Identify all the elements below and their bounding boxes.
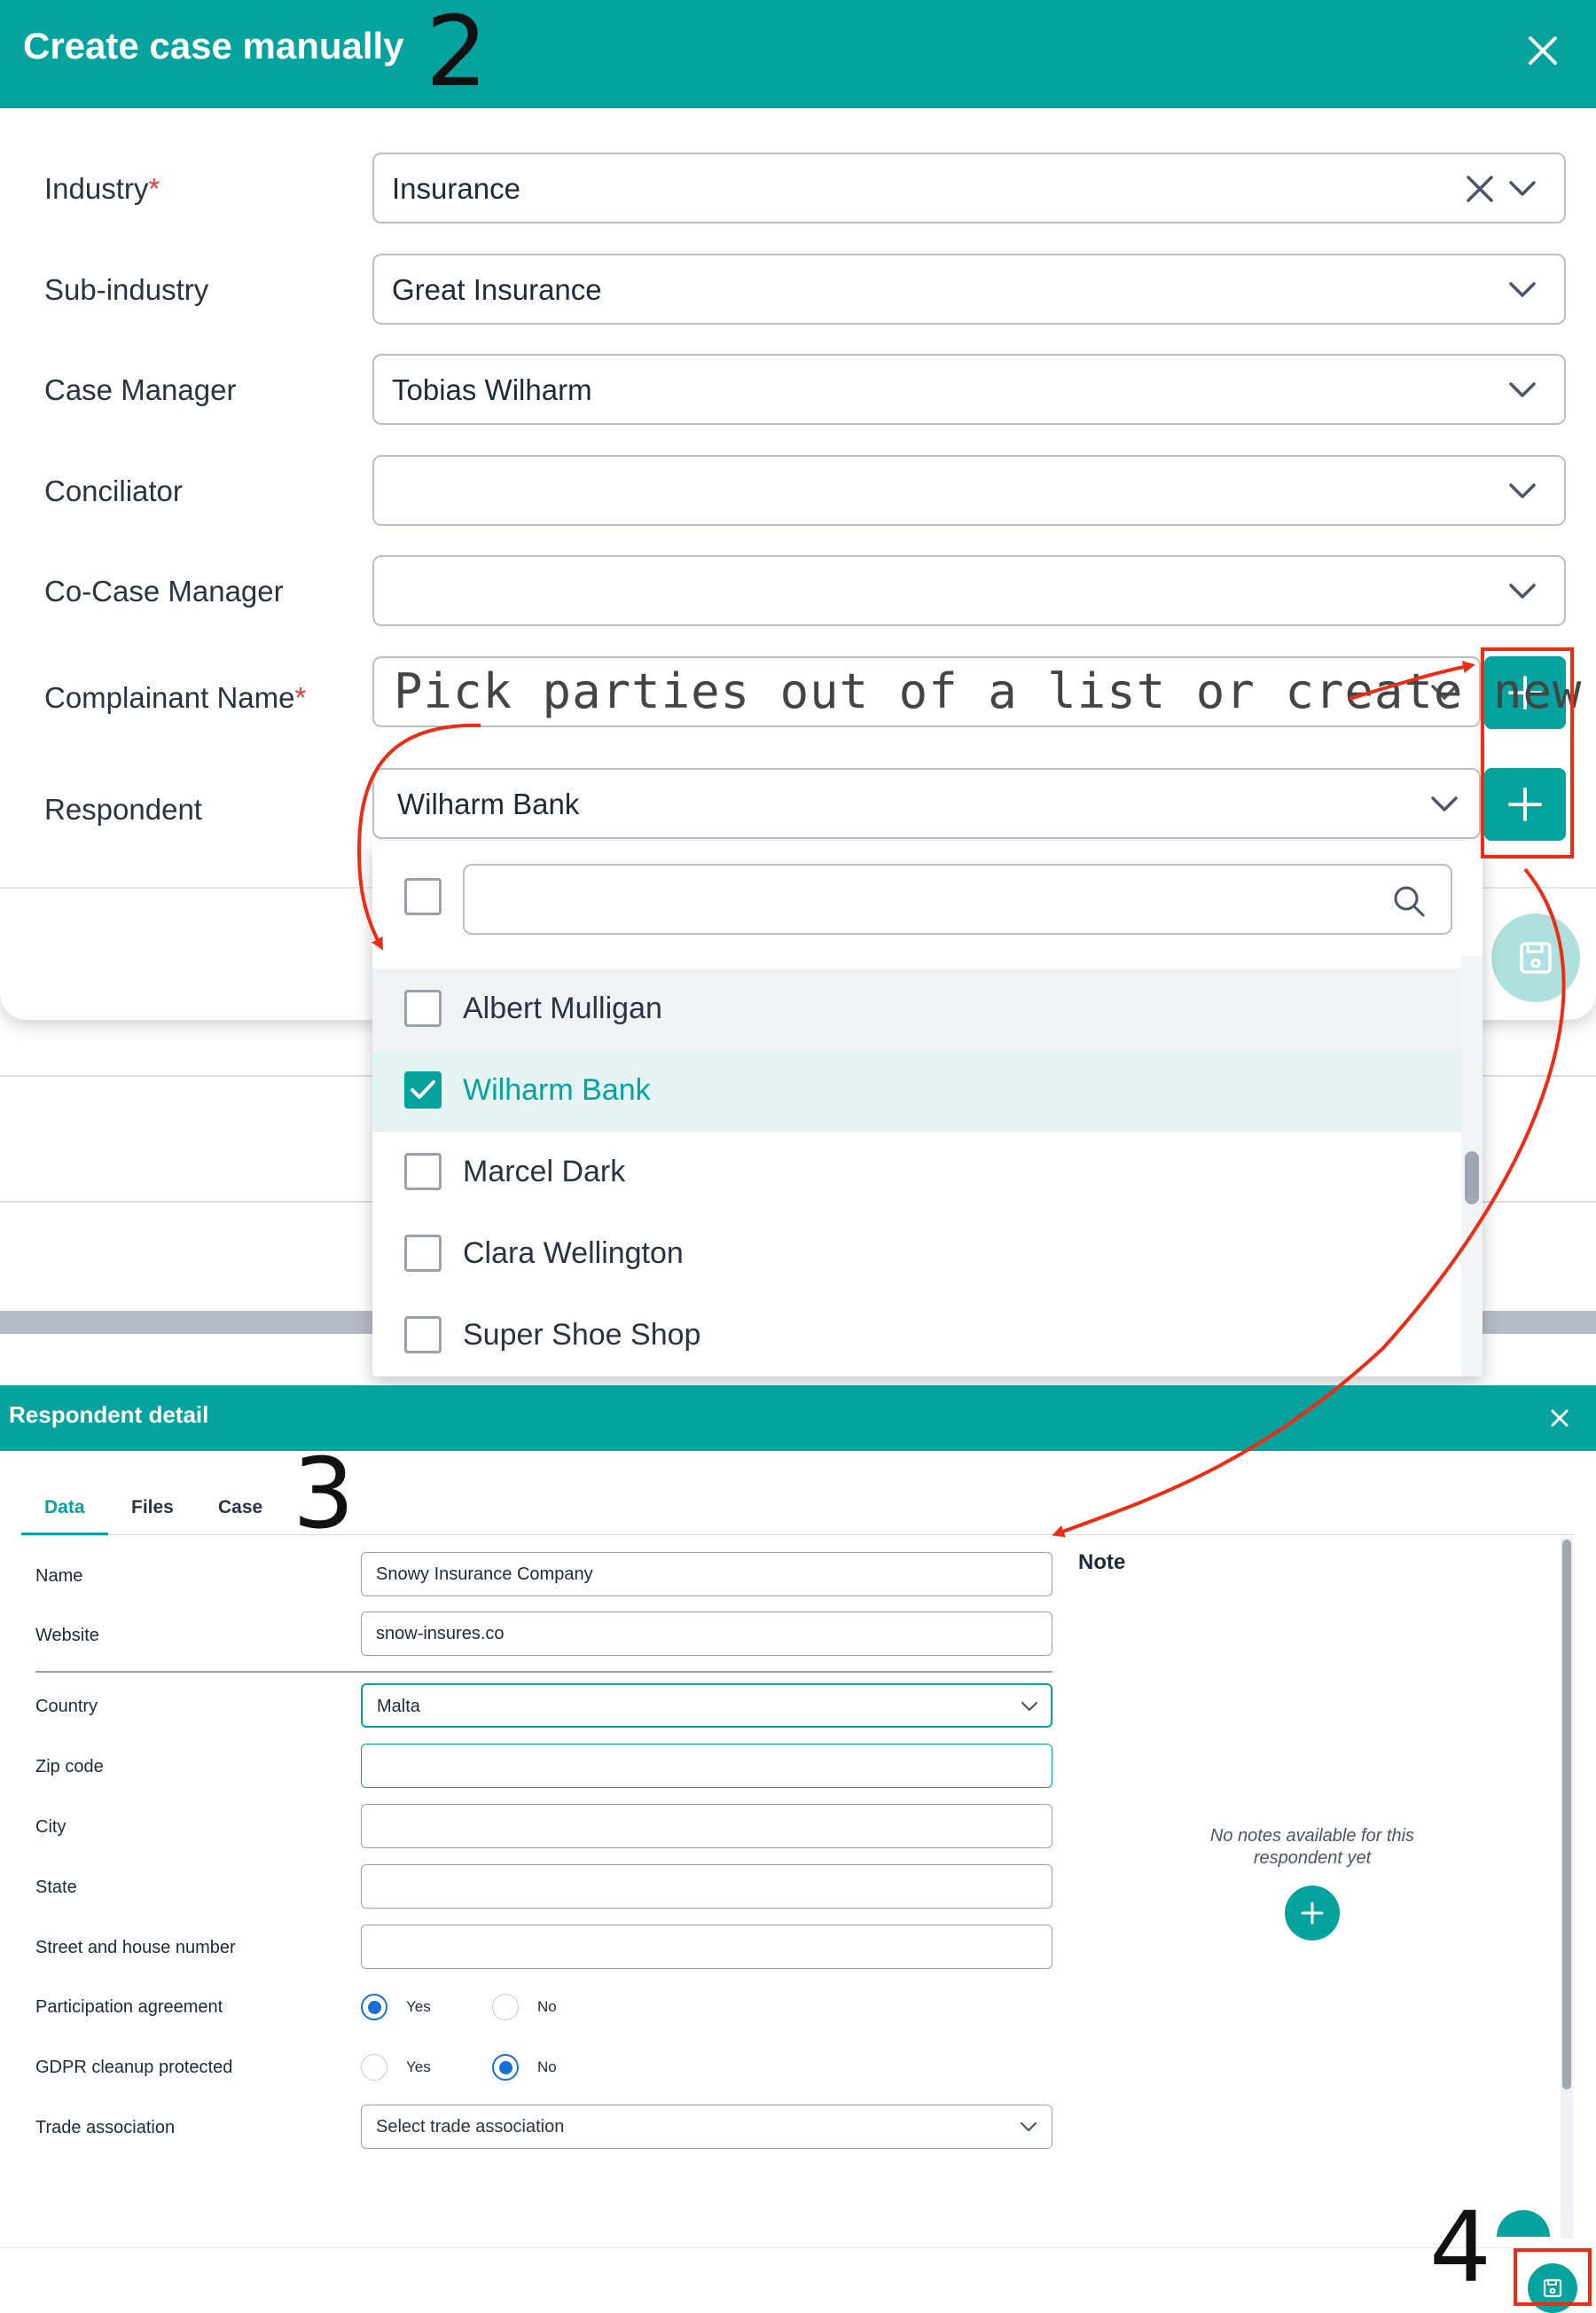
annotation-arrows (356, 661, 1566, 1538)
